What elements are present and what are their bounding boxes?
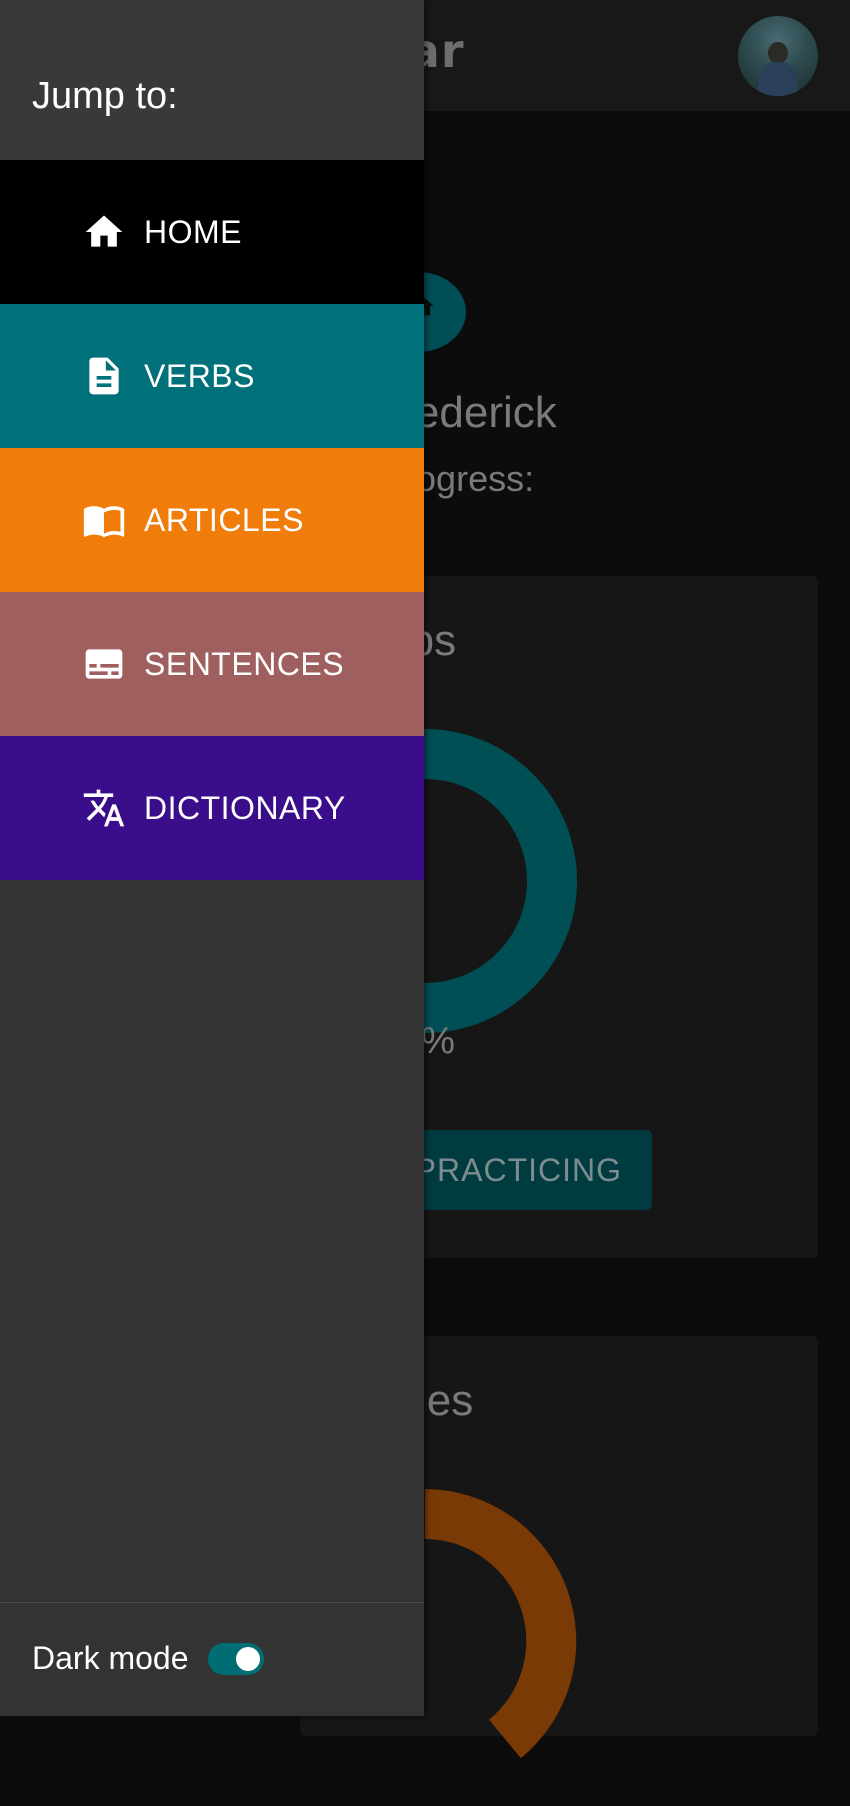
open-book-icon	[83, 506, 125, 538]
nav-item-label: HOME	[144, 214, 242, 250]
nav-item-home[interactable]: HOME	[0, 160, 424, 304]
navigation-drawer: Jump to: HOME VERBS ARTICLES SENTENCES D…	[0, 0, 424, 1716]
nav-item-dictionary[interactable]: DICTIONARY	[0, 736, 424, 880]
subtitles-icon	[85, 649, 123, 679]
nav-item-verbs[interactable]: VERBS	[0, 304, 424, 448]
dark-mode-label: Dark mode	[32, 1640, 189, 1676]
dark-mode-toggle[interactable]	[208, 1643, 264, 1675]
nav-item-label: DICTIONARY	[144, 790, 346, 826]
nav-item-articles[interactable]: ARTICLES	[0, 448, 424, 592]
drawer-title: Jump to:	[32, 75, 178, 117]
nav-item-label: ARTICLES	[144, 502, 304, 538]
drawer-header: Jump to:	[0, 0, 424, 160]
toggle-knob	[236, 1647, 260, 1671]
drawer-divider	[0, 1602, 424, 1603]
nav-item-label: SENTENCES	[144, 646, 345, 682]
nav-item-sentences[interactable]: SENTENCES	[0, 592, 424, 736]
avatar[interactable]	[738, 16, 818, 96]
translate-icon	[83, 789, 125, 827]
home-icon	[85, 215, 123, 247]
document-icon	[89, 357, 119, 395]
nav-item-label: VERBS	[144, 358, 255, 394]
